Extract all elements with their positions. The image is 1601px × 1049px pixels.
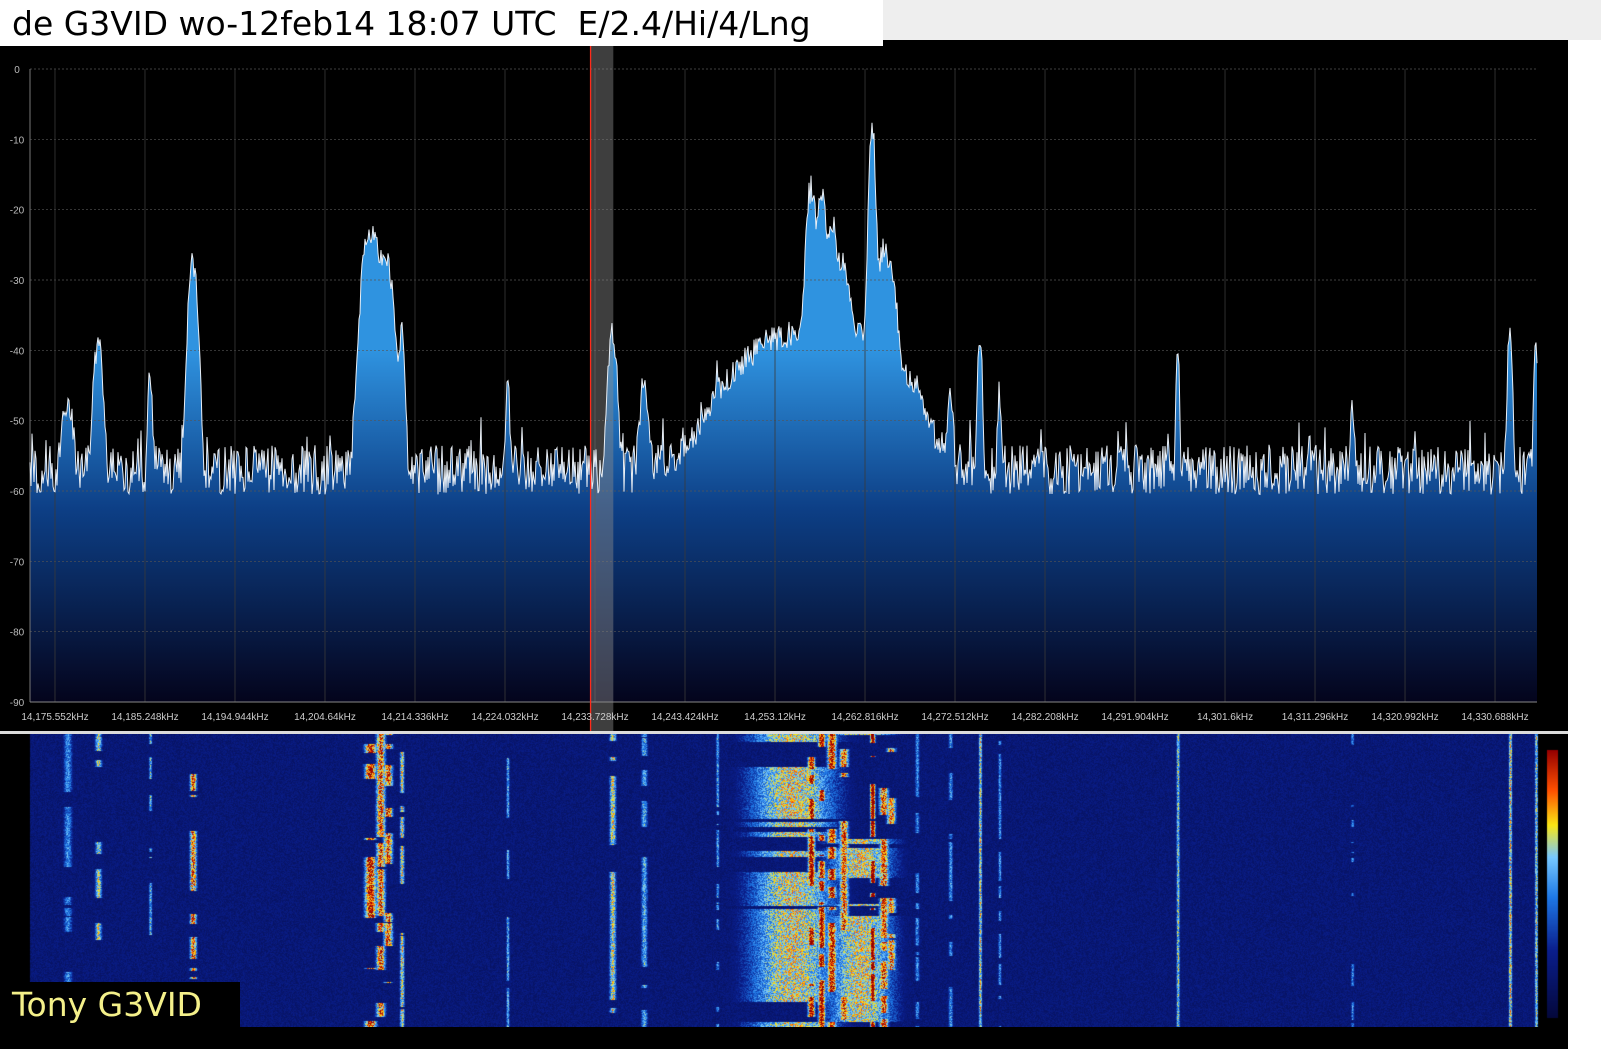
x-tick-label: 14,204.64kHz: [294, 712, 356, 723]
x-tick-label: 14,262.816kHz: [831, 712, 898, 723]
y-tick-label: -80: [10, 628, 25, 639]
y-tick-label: -70: [10, 557, 25, 568]
x-tick-label: 14,233.728kHz: [561, 712, 628, 723]
y-tick-label: 0: [14, 65, 20, 76]
x-tick-label: 14,272.512kHz: [921, 712, 988, 723]
y-tick-label: -50: [10, 417, 25, 428]
x-tick-label: 14,243.424kHz: [651, 712, 718, 723]
x-tick-label: 14,311.296kHz: [1282, 712, 1349, 723]
y-tick-label: -60: [10, 487, 25, 498]
x-tick-label: 14,282.208kHz: [1011, 712, 1078, 723]
y-tick-label: -20: [10, 206, 25, 217]
y-tick-label: -40: [10, 346, 25, 357]
y-tick-label: -10: [10, 135, 25, 146]
x-tick-label: 14,320.992kHz: [1371, 712, 1438, 723]
x-tick-label: 14,175.552kHz: [21, 712, 88, 723]
x-tick-label: 14,185.248kHz: [111, 712, 178, 723]
x-tick-label: 14,330.688kHz: [1461, 712, 1528, 723]
passband-highlight[interactable]: [590, 46, 614, 731]
x-tick-label: 14,253.12kHz: [744, 712, 806, 723]
spectrum-plot[interactable]: 0 -10 -20 -30 -40 -50 -60 -70 -80 -90 14,175.552k…: [0, 46, 1568, 731]
x-axis-ticks: 14,175.552kHz 14,185.248kHz 14,194.944kHz 1…: [21, 712, 1528, 723]
operator-label: Tony G3VID: [0, 982, 240, 1027]
x-tick-label: 14,301.6kHz: [1197, 712, 1253, 723]
x-tick-label: 14,194.944kHz: [201, 712, 268, 723]
y-tick-label: -90: [10, 698, 25, 709]
page-title: de G3VID wo-12feb14 18:07 UTC E/2.4/Hi/4…: [0, 0, 883, 46]
x-tick-label: 14,291.904kHz: [1101, 712, 1168, 723]
x-tick-label: 14,224.032kHz: [471, 712, 538, 723]
x-tick-label: 14,214.336kHz: [381, 712, 448, 723]
y-tick-label: -30: [10, 276, 25, 287]
right-margin: [1568, 40, 1601, 1049]
